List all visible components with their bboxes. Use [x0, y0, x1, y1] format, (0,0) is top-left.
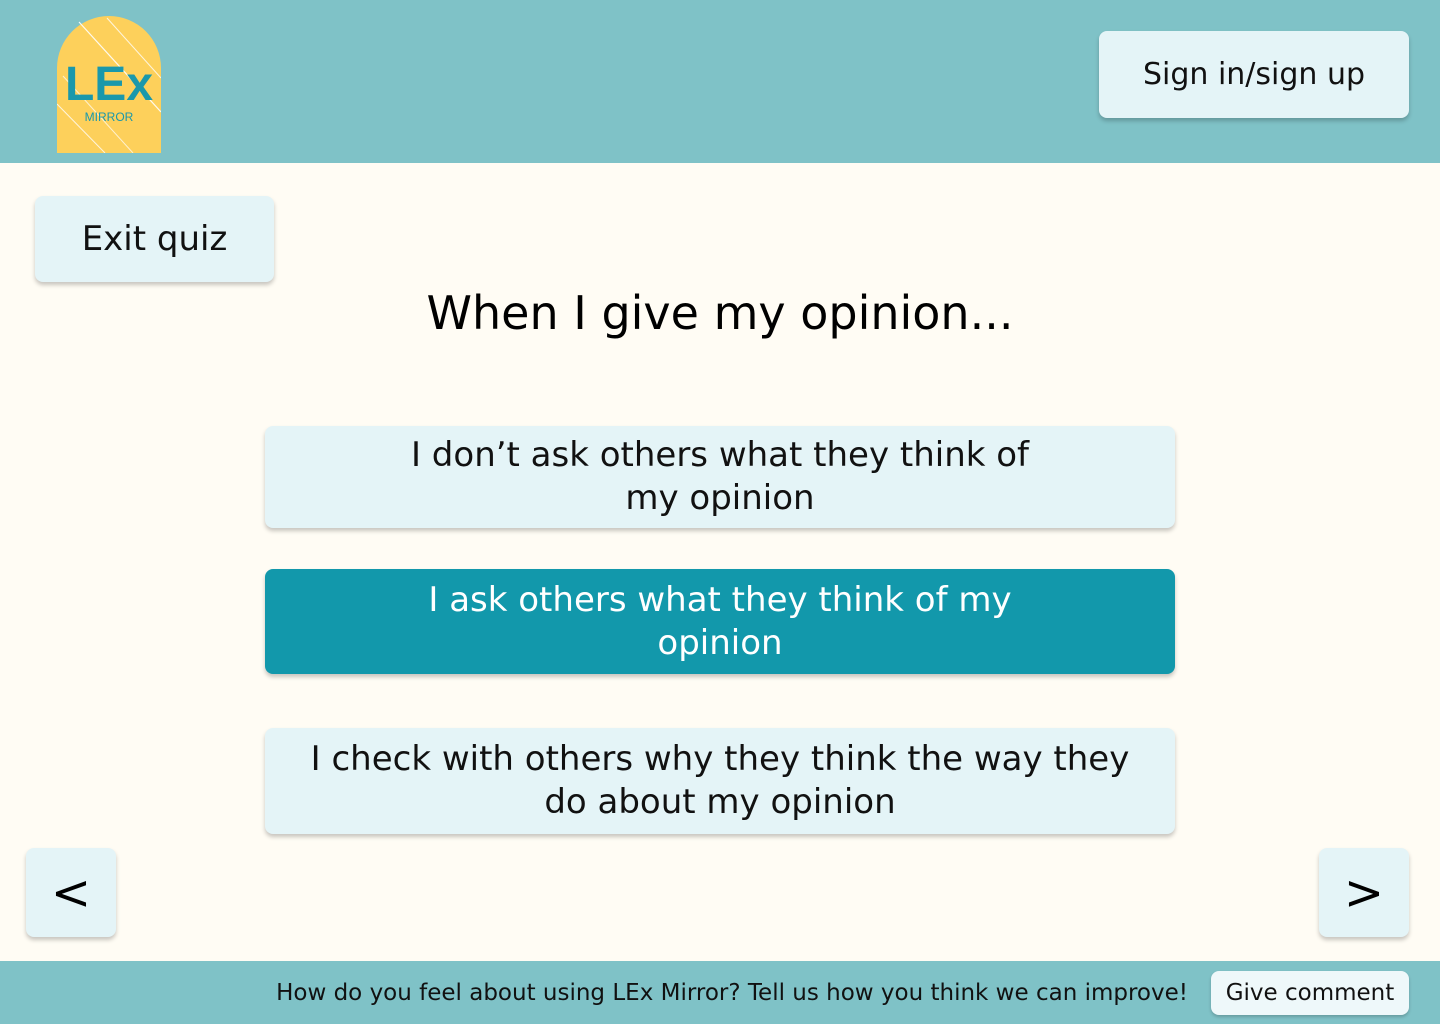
exit-quiz-button[interactable]: Exit quiz: [35, 196, 274, 282]
chevron-left-icon: <: [50, 864, 92, 921]
give-comment-button[interactable]: Give comment: [1211, 971, 1409, 1015]
feedback-prompt: How do you feel about using LEx Mirror? …: [276, 979, 1188, 1006]
lex-mirror-logo[interactable]: LEx MIRROR: [57, 16, 161, 153]
answer-option-label: I ask others what they think of my opini…: [428, 579, 1012, 663]
logo-subtext: MIRROR: [85, 110, 134, 124]
answer-option-label: I don’t ask others what they think of my…: [410, 435, 1030, 518]
feedback-footer: How do you feel about using LEx Mirror? …: [0, 961, 1440, 1024]
header-bar: LEx MIRROR Sign in/sign up: [0, 0, 1440, 163]
logo-wordmark: LEx: [65, 58, 153, 111]
answer-option-1[interactable]: I don’t ask others what they think of my…: [265, 426, 1175, 528]
previous-question-button[interactable]: <: [26, 848, 116, 937]
quiz-question: When I give my opinion...: [426, 286, 1014, 340]
answer-option-2[interactable]: I ask others what they think of my opini…: [265, 569, 1175, 674]
answer-option-label: I check with others why they think the w…: [310, 739, 1130, 822]
sign-in-button[interactable]: Sign in/sign up: [1099, 31, 1409, 118]
answer-option-3[interactable]: I check with others why they think the w…: [265, 728, 1175, 834]
chevron-right-icon: >: [1343, 864, 1385, 921]
next-question-button[interactable]: >: [1319, 848, 1409, 937]
